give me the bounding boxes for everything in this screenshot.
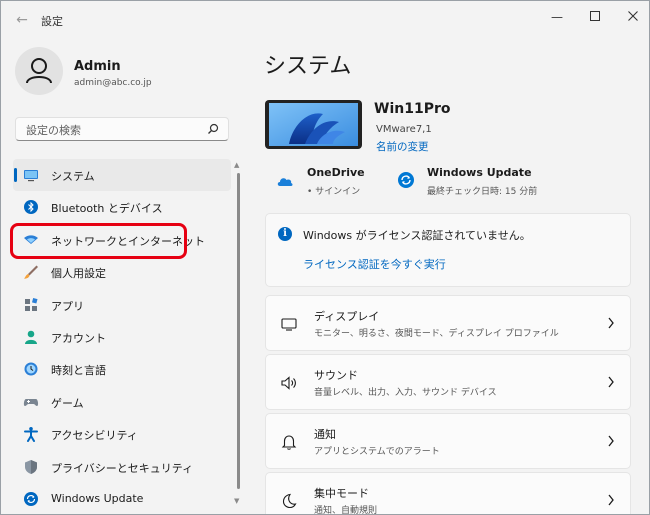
onedrive-status: • サインイン <box>307 187 361 197</box>
minimize-button[interactable]: — <box>541 7 573 27</box>
search-input[interactable] <box>24 121 208 139</box>
gaming-icon <box>23 398 39 406</box>
bluetooth-icon <box>24 200 38 215</box>
setting-card-display[interactable]: ディスプレイ モニター、明るさ、夜間モード、ディスプレイ プロファイル <box>265 295 631 351</box>
windows-update-icon <box>24 491 38 506</box>
search-box[interactable] <box>15 117 229 141</box>
sidebar-item-label: システム <box>51 170 95 183</box>
rename-link[interactable]: 名前の変更 <box>376 139 429 154</box>
sidebar-item-system[interactable]: システム <box>13 159 231 192</box>
chevron-right-icon <box>608 317 614 329</box>
setting-title: 通知 <box>314 428 336 441</box>
account-icon <box>25 330 37 344</box>
accessibility-icon <box>24 427 38 443</box>
device-thumbnail <box>265 100 362 149</box>
sidebar-item-windows-update[interactable]: Windows Update <box>13 483 231 514</box>
sidebar-item-time-language[interactable]: 時刻と言語 <box>13 353 231 385</box>
license-banner: i Windows がライセンス認証されていません。 ライセンス認証を今すぐ実行 <box>265 213 631 287</box>
sidebar-item-label: プライバシーとセキュリティ <box>51 461 194 475</box>
sidebar-nav: システム Bluetooth とデバイス ネットワークとインターネット 個人用設… <box>13 159 231 514</box>
user-email: admin@abc.co.jp <box>74 78 152 88</box>
sidebar-item-accessibility[interactable]: アクセシビリティ <box>13 418 231 450</box>
sidebar-item-label: アカウント <box>51 331 106 345</box>
sound-icon <box>281 376 296 390</box>
windows-update-last-check: 最終チェック日時: 15 分前 <box>427 187 538 197</box>
sidebar-item-personalization[interactable]: 個人用設定 <box>13 256 231 288</box>
sidebar-item-label: Windows Update <box>51 491 144 505</box>
user-icon <box>26 58 52 84</box>
display-icon <box>281 318 297 331</box>
info-icon: i <box>278 227 292 241</box>
user-name: Admin <box>74 59 121 74</box>
activate-now-link[interactable]: ライセンス認証を今すぐ実行 <box>303 256 446 272</box>
selection-indicator <box>14 168 17 182</box>
notification-bell-icon <box>281 435 297 450</box>
license-message: Windows がライセンス認証されていません。 <box>303 229 531 242</box>
apps-icon <box>25 297 38 311</box>
sidebar-item-label: 個人用設定 <box>51 267 106 281</box>
sidebar-item-label: 時刻と言語 <box>51 364 106 378</box>
windows-update-icon <box>398 172 414 188</box>
setting-subtitle: 通知、自動規則 <box>314 506 378 515</box>
chevron-right-icon <box>608 494 614 506</box>
system-icon <box>24 170 38 182</box>
chevron-right-icon <box>608 435 614 447</box>
sidebar-item-apps[interactable]: アプリ <box>13 289 231 321</box>
setting-subtitle: アプリとシステムでのアラート <box>314 447 440 457</box>
close-button[interactable] <box>617 7 649 27</box>
wallpaper-bloom-image <box>269 103 358 146</box>
setting-title: ディスプレイ <box>314 310 380 323</box>
sidebar-item-label: アクセシビリティ <box>51 429 138 443</box>
page-title: システム <box>264 54 352 79</box>
maximize-button[interactable] <box>579 7 611 27</box>
onedrive-title[interactable]: OneDrive <box>307 166 365 179</box>
device-model: VMware7,1 <box>376 124 432 135</box>
close-icon <box>628 11 638 21</box>
scroll-up-arrow[interactable]: ▲ <box>234 161 239 169</box>
setting-subtitle: 音量レベル、出力、入力、サウンド デバイス <box>314 388 497 398</box>
setting-card-focus[interactable]: 集中モード 通知、自動規則 <box>265 472 631 515</box>
back-arrow-icon[interactable]: ← <box>13 11 31 29</box>
scroll-down-arrow[interactable]: ▼ <box>234 497 239 505</box>
settings-window: ← 設定 — Admin admin@abc.co.jp システム <box>0 0 650 515</box>
chevron-right-icon <box>608 376 614 388</box>
setting-subtitle: モニター、明るさ、夜間モード、ディスプレイ プロファイル <box>314 329 559 339</box>
maximize-icon <box>590 11 600 21</box>
sidebar-scrollbar[interactable] <box>237 173 240 489</box>
setting-title: サウンド <box>314 369 358 382</box>
sidebar-item-gaming[interactable]: ゲーム <box>13 386 231 418</box>
setting-card-sound[interactable]: サウンド 音量レベル、出力、入力、サウンド デバイス <box>265 354 631 410</box>
sidebar-item-accounts[interactable]: アカウント <box>13 321 231 353</box>
sidebar-item-label: ゲーム <box>51 396 84 410</box>
sidebar-item-bluetooth[interactable]: Bluetooth とデバイス <box>13 191 231 223</box>
title-bar: ← 設定 — <box>1 1 649 39</box>
search-icon[interactable] <box>207 123 219 135</box>
setting-title: 集中モード <box>314 487 369 500</box>
avatar[interactable] <box>15 47 63 95</box>
focus-moon-icon <box>282 493 297 509</box>
personalization-icon <box>24 265 38 279</box>
sidebar-item-privacy[interactable]: プライバシーとセキュリティ <box>13 451 231 483</box>
windows-update-title[interactable]: Windows Update <box>427 166 532 179</box>
time-language-icon <box>24 362 38 376</box>
sidebar-item-label: Bluetooth とデバイス <box>51 202 163 216</box>
setting-card-notifications[interactable]: 通知 アプリとシステムでのアラート <box>265 413 631 469</box>
window-title: 設定 <box>41 15 63 28</box>
onedrive-cloud-icon <box>277 178 293 186</box>
highlight-callout <box>10 223 187 259</box>
device-name: Win11Pro <box>374 101 451 117</box>
sidebar-item-label: アプリ <box>51 299 84 313</box>
privacy-shield-icon <box>25 459 37 474</box>
